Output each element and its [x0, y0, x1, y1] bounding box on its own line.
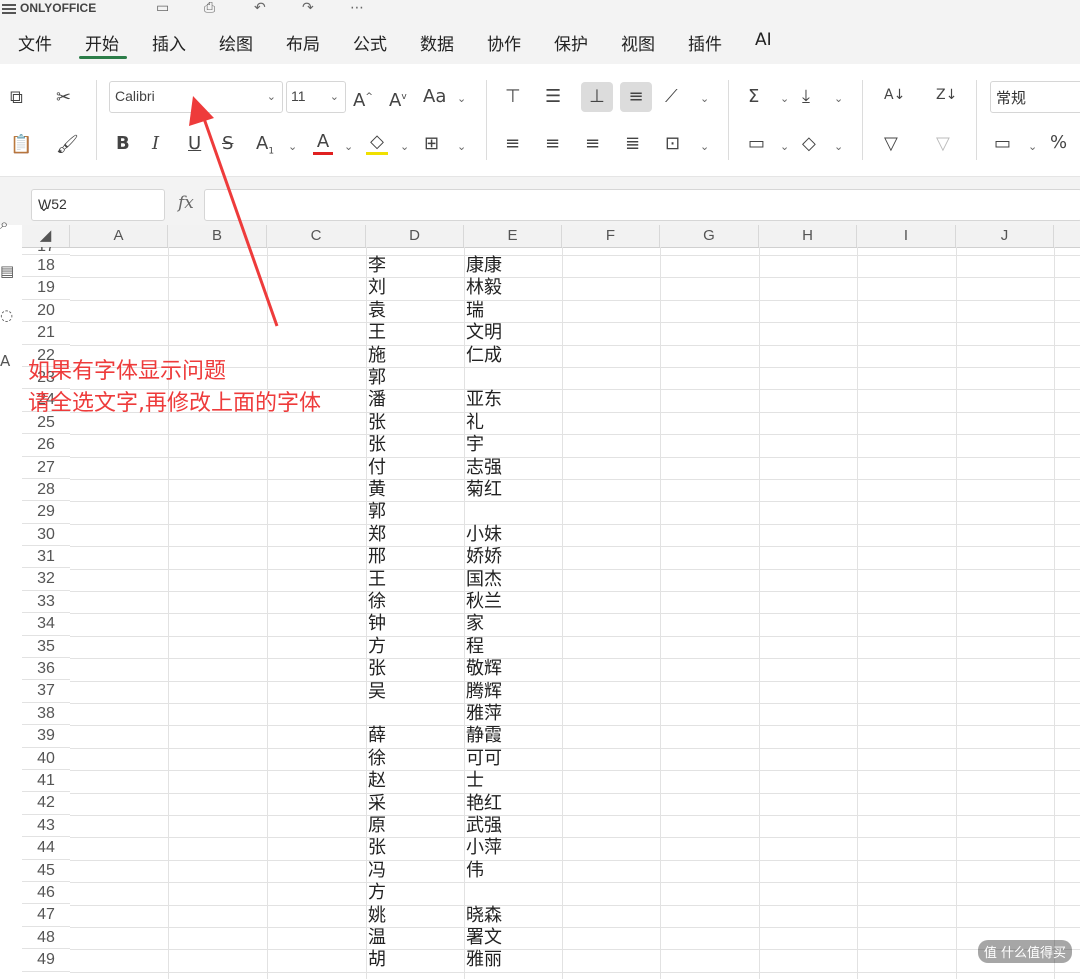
- annotation-arrow-head: [189, 96, 214, 126]
- watermark: 值 什么值得买: [977, 940, 1072, 963]
- annotation-arrow-shaft: [199, 109, 279, 327]
- annotation-arrow: [189, 96, 279, 327]
